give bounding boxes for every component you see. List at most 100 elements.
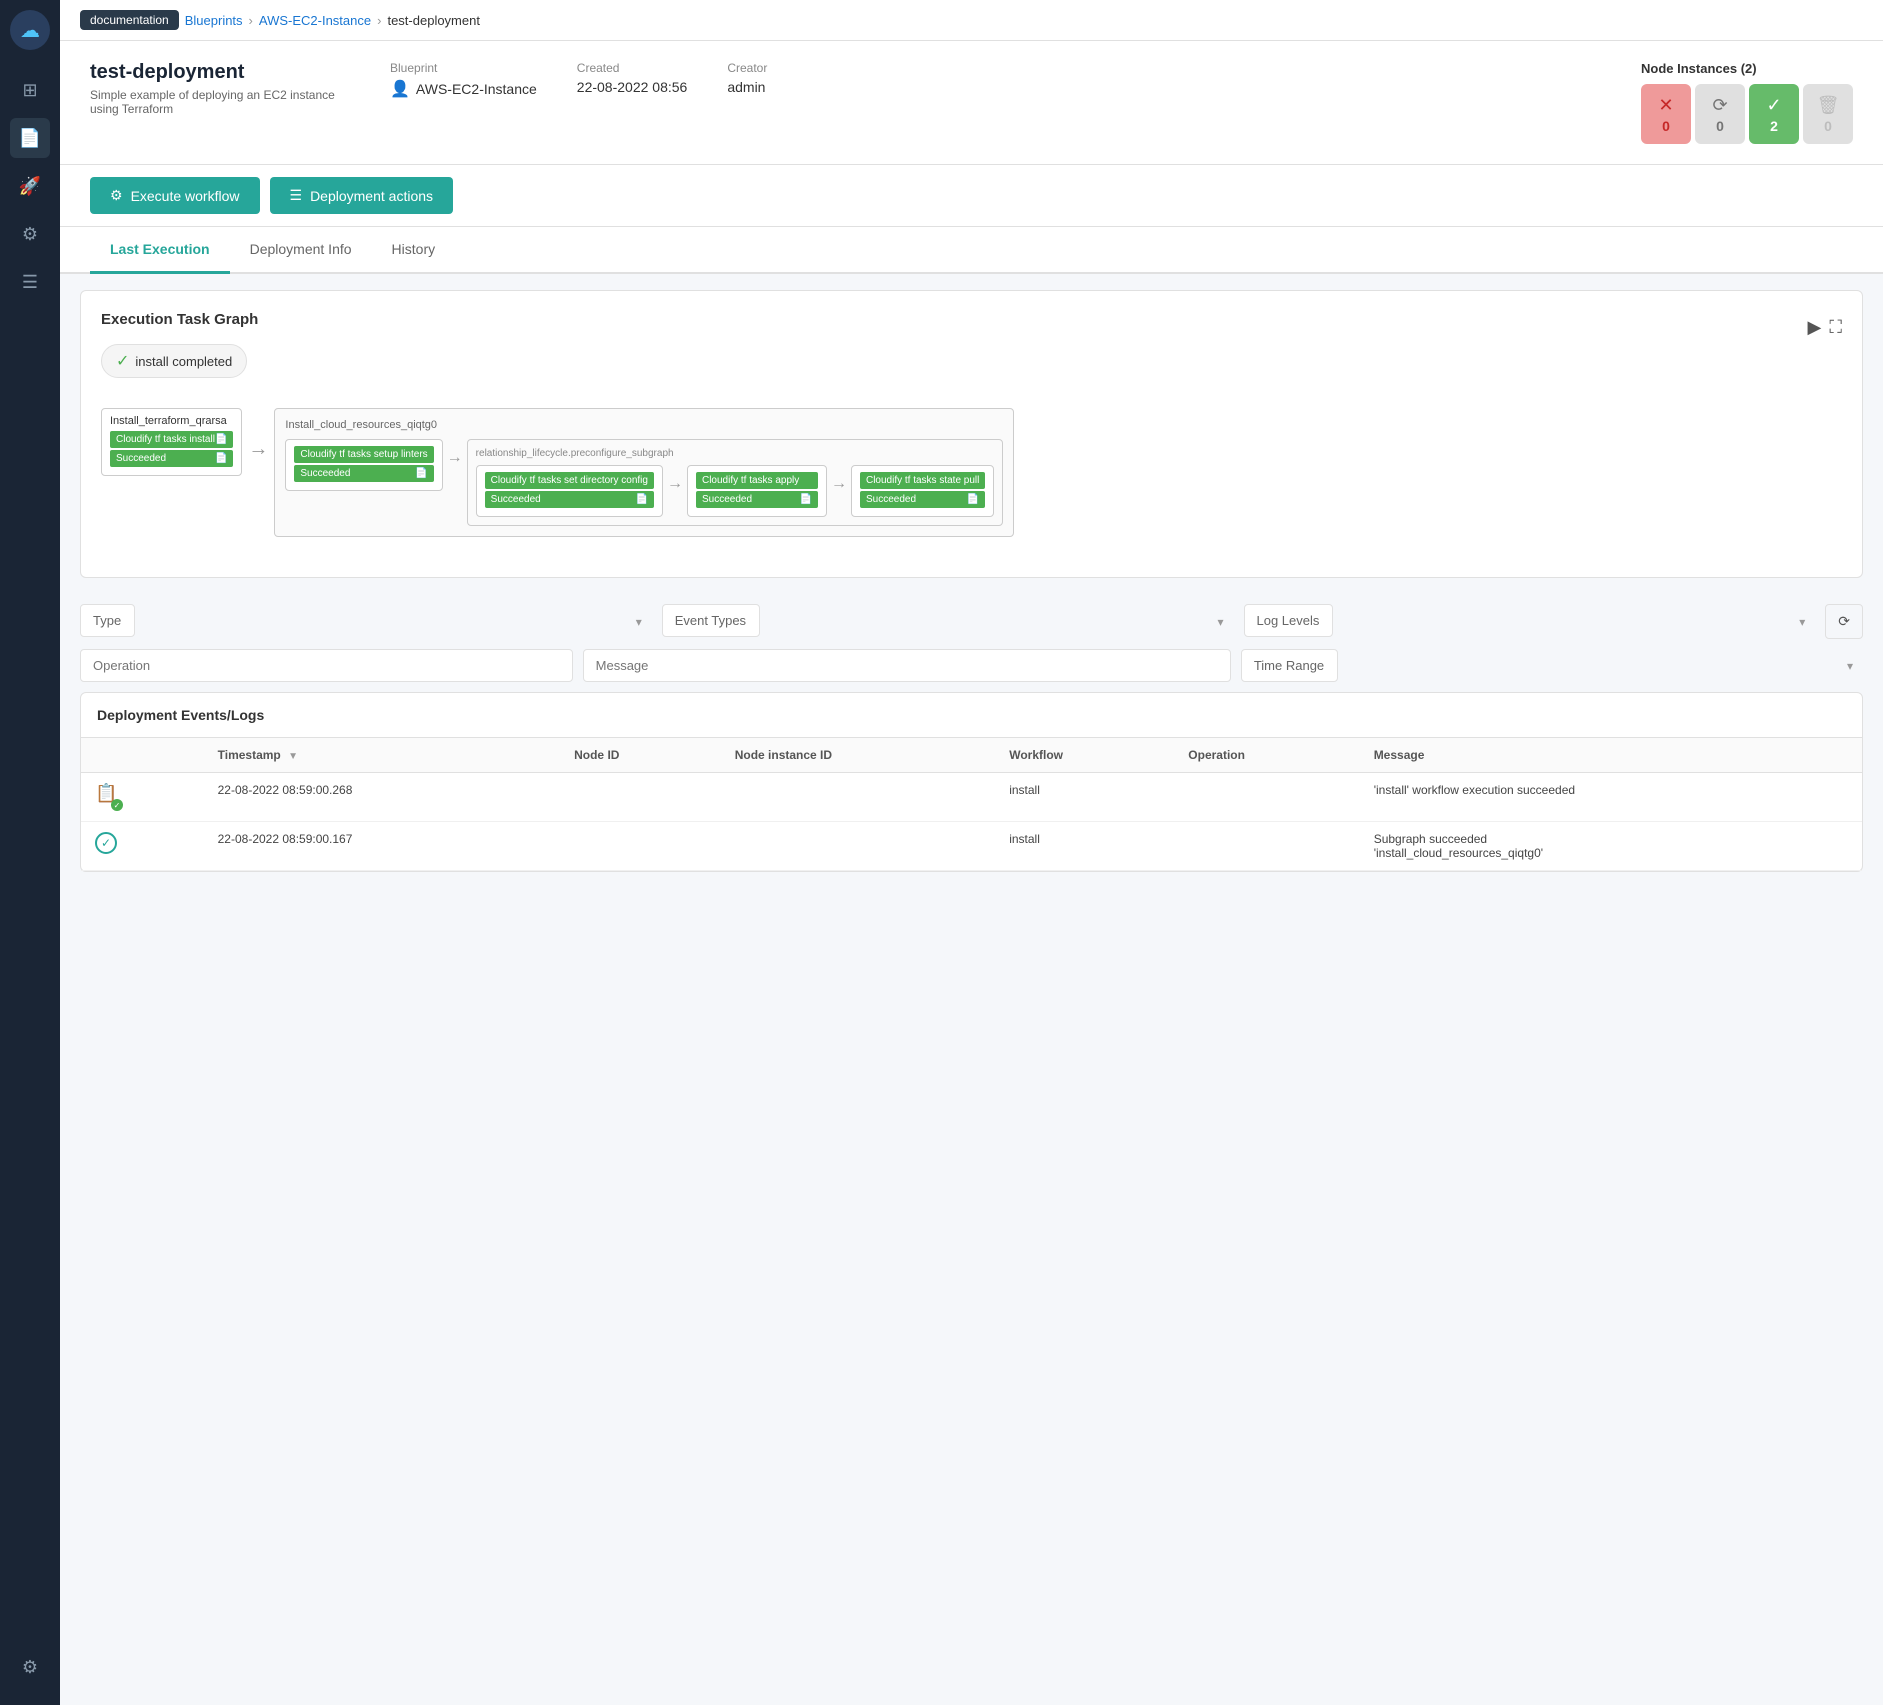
fullscreen-icon[interactable]: ⛶ [1829, 317, 1842, 338]
execution-task-graph-section: Execution Task Graph ▶ ⛶ ✓ install compl… [80, 290, 1863, 578]
breadcrumb-sep-2: › [377, 13, 381, 28]
tab-deployment-info[interactable]: Deployment Info [230, 227, 372, 274]
operation-input[interactable] [80, 649, 573, 682]
row2-operation [1174, 822, 1359, 871]
ni-error-button[interactable]: ✕ 0 [1641, 84, 1691, 144]
time-range-filter-wrap: Time Range [1241, 649, 1863, 682]
task-node-terraform: Install_terraform_qrarsa Cloudify tf tas… [101, 408, 242, 476]
deployment-actions-label: Deployment actions [310, 188, 433, 204]
time-range-filter[interactable]: Time Range [1241, 649, 1338, 682]
tab-history[interactable]: History [372, 227, 456, 274]
breadcrumb-sep-1: › [249, 13, 253, 28]
row2-node-instance-id [721, 822, 996, 871]
event-types-filter-wrap: Event Types [662, 604, 1234, 639]
play-icon[interactable]: ▶ [1808, 317, 1822, 338]
graph-title: Execution Task Graph [101, 311, 258, 328]
blueprint-icon: 👤 [390, 79, 410, 99]
deployment-actions-button[interactable]: ☰ Deployment actions [270, 177, 454, 214]
tab-last-execution[interactable]: Last Execution [90, 227, 230, 274]
task-item-apply-status: Succeeded 📄 [696, 491, 818, 508]
creator-label: Creator [727, 61, 767, 75]
task-node-state: Cloudify tf tasks state pull Succeeded 📄 [851, 465, 994, 517]
ni-success-icon: ✓ [1766, 95, 1781, 116]
deployment-title-section: test-deployment Simple example of deploy… [90, 61, 350, 116]
arrow-3: → [667, 465, 683, 493]
refresh-button[interactable]: ⟳ [1825, 604, 1863, 639]
created-meta: Created 22-08-2022 08:56 [577, 61, 688, 95]
ni-success-button[interactable]: ✓ 2 [1749, 84, 1799, 144]
task-node-terraform-label: Install_terraform_qrarsa [110, 415, 233, 427]
event-types-filter[interactable]: Event Types [662, 604, 760, 637]
execute-workflow-label: Execute workflow [131, 188, 240, 204]
ni-deleted-count: 0 [1824, 118, 1832, 134]
deployment-name: test-deployment [90, 61, 350, 84]
col-node-id: Node ID [560, 738, 721, 773]
filters-row-1: Type Event Types Log Levels ⟳ [60, 594, 1883, 649]
subgraph-inner: Cloudify tf tasks setup linters Succeede… [285, 439, 1003, 526]
breadcrumb-link-blueprints[interactable]: Blueprints [185, 13, 243, 28]
dir-doc-icon: 📄 [636, 494, 648, 505]
col-timestamp[interactable]: Timestamp ▼ [204, 738, 560, 773]
breadcrumb-current: test-deployment [387, 13, 480, 28]
task-item-apply: Cloudify tf tasks apply [696, 472, 818, 489]
row2-icon-cell: ✓ [81, 822, 204, 871]
row2-check-icon: ✓ [95, 832, 117, 854]
table-row: 📋 ✓ 22-08-2022 08:59:00.268 install 'ins… [81, 773, 1862, 822]
creator-value: admin [727, 79, 767, 95]
task-doc-icon2: 📄 [215, 453, 227, 464]
blueprint-meta: Blueprint 👤 AWS-EC2-Instance [390, 61, 537, 99]
row1-operation [1174, 773, 1359, 822]
actions-menu-icon: ☰ [290, 187, 303, 204]
ni-pending-button[interactable]: ⟳ 0 [1695, 84, 1745, 144]
col-icon [81, 738, 204, 773]
row2-timestamp: 22-08-2022 08:59:00.167 [204, 822, 560, 871]
task-item-state-status: Succeeded 📄 [860, 491, 985, 508]
execute-gear-icon: ⚙ [110, 187, 123, 204]
arrow-2: → [447, 439, 463, 467]
apply-doc-icon: 📄 [800, 494, 812, 505]
task-item-state: Cloudify tf tasks state pull [860, 472, 985, 489]
breadcrumb-tag: documentation [80, 10, 179, 30]
sidebar-item-workflows[interactable]: 🚀 [10, 166, 50, 206]
row1-timestamp: 22-08-2022 08:59:00.268 [204, 773, 560, 822]
log-levels-filter[interactable]: Log Levels [1244, 604, 1333, 637]
task-item-install: Cloudify tf tasks install 📄 [110, 431, 233, 448]
ni-pending-count: 0 [1716, 118, 1724, 134]
table-row: ✓ 22-08-2022 08:59:00.167 install Subgra… [81, 822, 1862, 871]
task-item-install-status: Succeeded 📄 [110, 450, 233, 467]
task-item-linters-status: Succeeded 📄 [294, 465, 433, 482]
sidebar-item-plugins[interactable]: ⚙ [10, 214, 50, 254]
execution-status-badge: ✓ install completed [101, 344, 247, 378]
message-input[interactable] [583, 649, 1231, 682]
type-filter-wrap: Type [80, 604, 652, 639]
deployment-meta: Blueprint 👤 AWS-EC2-Instance Created 22-… [390, 61, 1853, 144]
node-instances-buttons: ✕ 0 ⟳ 0 ✓ 2 🗑 0 [1641, 84, 1853, 144]
sidebar-item-deployments[interactable]: ⊞ [10, 70, 50, 110]
execute-workflow-button[interactable]: ⚙ Execute workflow [90, 177, 260, 214]
breadcrumb-link-ec2[interactable]: AWS-EC2-Instance [259, 13, 371, 28]
task-item-dir: Cloudify tf tasks set directory config [485, 472, 654, 489]
sidebar-item-settings[interactable]: ⚙ [10, 1647, 50, 1687]
execution-status-text: install completed [135, 354, 232, 369]
deployment-header: test-deployment Simple example of deploy… [60, 41, 1883, 165]
task-graph-container: Install_terraform_qrarsa Cloudify tf tas… [101, 398, 1842, 557]
sidebar-item-blueprints[interactable]: 📄 [10, 118, 50, 158]
subgraph-label: Install_cloud_resources_qiqtg0 [285, 419, 1003, 431]
task-doc-icon: 📄 [215, 434, 227, 445]
row1-icon-stack: 📋 ✓ [95, 783, 123, 811]
row1-check-badge: ✓ [111, 799, 123, 811]
task-node-apply: Cloudify tf tasks apply Succeeded 📄 [687, 465, 827, 517]
row1-node-instance-id [721, 773, 996, 822]
created-value: 22-08-2022 08:56 [577, 79, 688, 95]
col-message: Message [1360, 738, 1862, 773]
type-filter[interactable]: Type [80, 604, 135, 637]
row1-node-id [560, 773, 721, 822]
breadcrumb-bar: documentation Blueprints › AWS-EC2-Insta… [60, 0, 1883, 41]
sidebar-item-logs[interactable]: ☰ [10, 262, 50, 302]
events-logs-title: Deployment Events/Logs [81, 693, 1862, 738]
tabs-bar: Last Execution Deployment Info History [60, 227, 1883, 274]
filters-row-2: Time Range [60, 649, 1883, 692]
created-label: Created [577, 61, 688, 75]
ni-deleted-button[interactable]: 🗑 0 [1803, 84, 1853, 144]
deployment-description: Simple example of deploying an EC2 insta… [90, 88, 350, 116]
